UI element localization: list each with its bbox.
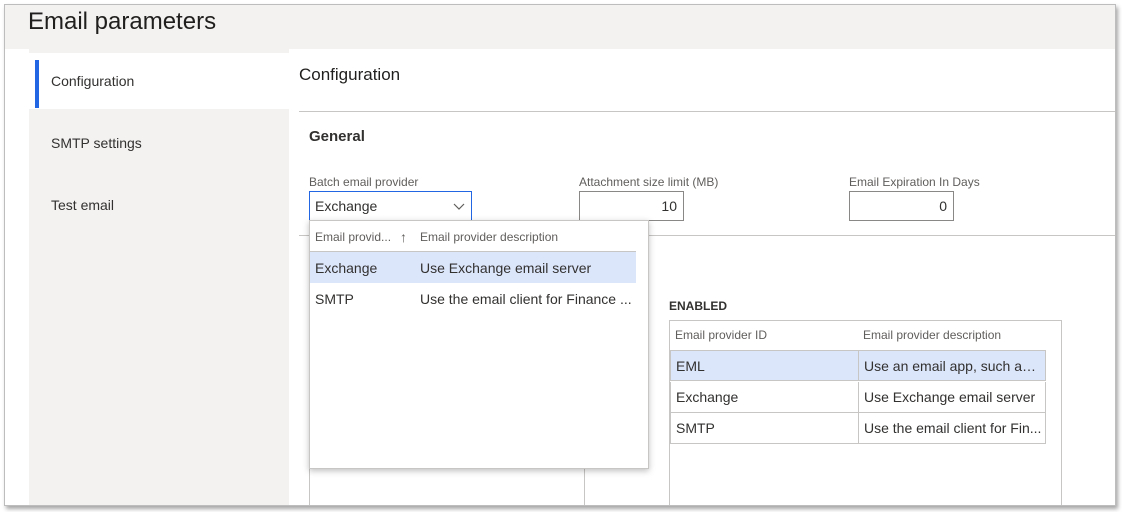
expiration-days-label: Email Expiration In Days [849,175,980,189]
page-header: Email parameters [5,5,1115,49]
nav-item-smtp-settings[interactable]: SMTP settings [29,115,289,171]
section-divider [299,111,1115,112]
dropdown-option[interactable]: Exchange Use Exchange email server [310,252,636,283]
grid-header: Email provider ID Email provider descrip… [670,321,1061,349]
cell-provider-id: EML [676,358,705,374]
option-description: Use Exchange email server [420,260,592,276]
cell-description: Use the email client for Fin... [864,420,1042,436]
page-title: Email parameters [28,8,217,35]
batch-provider-label: Batch email provider [309,175,419,189]
enabled-label: ENABLED [669,299,728,313]
attachment-limit-input[interactable]: 10 [579,191,684,221]
section-title: Configuration [299,65,401,84]
sort-ascending-icon[interactable]: ↑ [400,221,407,253]
cell-provider-id: Exchange [676,389,739,405]
table-row[interactable]: SMTP Use the email client for Fin... [670,413,1046,444]
nav-item-label: Test email [51,197,115,213]
dropdown-option[interactable]: SMTP Use the email client for Finance ..… [310,283,636,314]
cell-divider [858,382,859,412]
attachment-limit-value: 10 [661,198,677,214]
nav-item-label: SMTP settings [51,135,142,151]
option-provider-id: Exchange [315,260,378,276]
expiration-days-value: 0 [939,198,947,214]
column-header-provider-id[interactable]: Email provid... [315,221,391,253]
option-description: Use the email client for Finance ... [420,291,632,307]
dropdown-header: Email provid... ↑ Email provider descrip… [310,221,648,251]
cell-description: Use an email app, such as ... [864,358,1042,374]
attachment-limit-label: Attachment size limit (MB) [579,175,719,189]
table-row[interactable]: Exchange Use Exchange email server [670,382,1046,413]
batch-provider-select[interactable]: Exchange [309,191,472,221]
left-navigation: Configuration SMTP settings Test email [29,49,289,505]
batch-provider-dropdown: Email provid... ↑ Email provider descrip… [309,220,649,469]
nav-item-label: Configuration [51,73,135,89]
column-header-provider-id[interactable]: Email provider ID [675,321,767,349]
cell-divider [858,413,859,443]
column-header-description[interactable]: Email provider description [863,321,1001,349]
group-title: General [309,128,365,145]
cell-divider [858,351,859,381]
enabled-providers-grid: Email provider ID Email provider descrip… [669,320,1062,505]
cell-description: Use Exchange email server [864,389,1036,405]
column-header-description[interactable]: Email provider description [420,221,558,253]
table-row[interactable]: EML Use an email app, such as ... [670,350,1046,381]
cell-provider-id: SMTP [676,420,715,436]
option-provider-id: SMTP [315,291,354,307]
nav-item-configuration[interactable]: Configuration [29,53,289,109]
batch-provider-value: Exchange [315,198,378,214]
chevron-down-icon [453,203,465,210]
nav-item-test-email[interactable]: Test email [29,177,289,233]
active-indicator [35,60,39,108]
expiration-days-input[interactable]: 0 [849,191,954,221]
